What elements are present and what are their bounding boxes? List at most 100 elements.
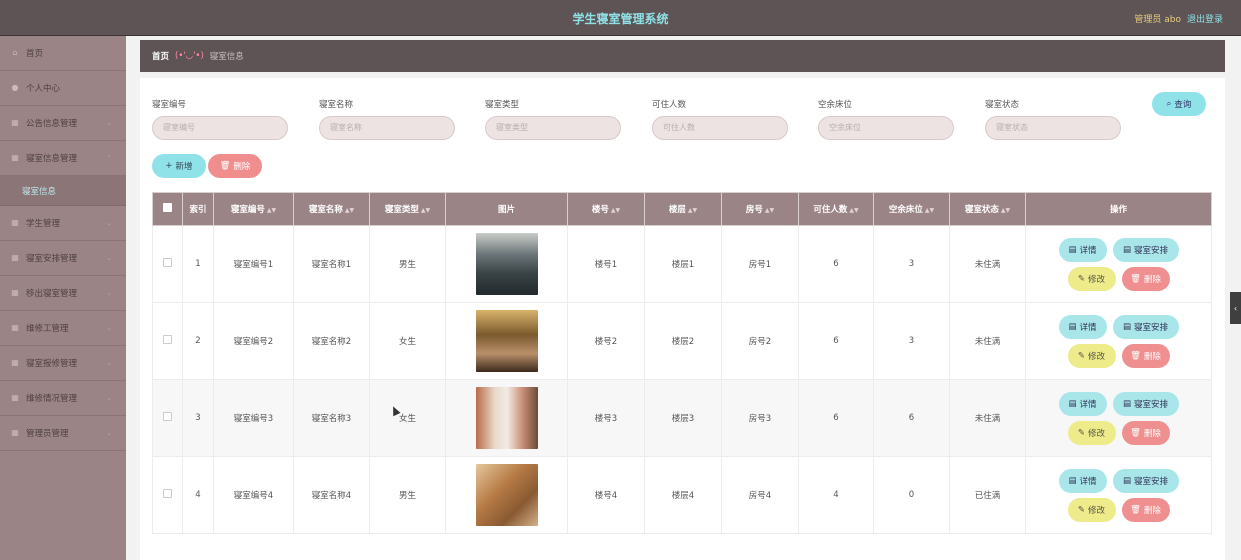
doc-icon: ▤ [1068, 475, 1077, 486]
col-header-free[interactable]: 空余床位 ▲▼ [873, 192, 950, 226]
search-input-name[interactable]: 寝室名称 [319, 116, 455, 140]
col-label: 空余床位 [888, 205, 923, 215]
select-all-checkbox[interactable] [163, 203, 172, 212]
sidebar-item-dorm-info[interactable]: ▦ 寝室信息管理 ⌃ [0, 141, 126, 176]
delete-button[interactable]: 🗑 删除 [1121, 420, 1170, 445]
cell-type: 女生 [369, 302, 446, 380]
trash-icon: 🗑 [1130, 504, 1141, 515]
sidebar-item-profile[interactable]: ● 个人中心 [0, 71, 126, 106]
edit-button[interactable]: ✎ 修改 [1067, 266, 1116, 291]
row-checkbox[interactable] [163, 489, 172, 498]
col-header-type[interactable]: 寝室类型 ▲▼ [369, 192, 446, 226]
col-header-building[interactable]: 楼号 ▲▼ [567, 192, 645, 226]
search-field-name: 寝室名称 寝室名称 [319, 98, 455, 140]
row-checkbox[interactable] [163, 412, 172, 421]
cell-building: 楼号3 [567, 379, 645, 457]
chevron-down-icon: ⌄ [106, 394, 112, 402]
breadcrumb-current: 寝室信息 [209, 52, 244, 62]
dorm-thumbnail[interactable] [475, 387, 538, 449]
col-header-floor[interactable]: 楼层 ▲▼ [644, 192, 722, 226]
bulk-delete-button[interactable]: 🗑 删除 [208, 154, 262, 178]
delete-button[interactable]: 🗑 删除 [1121, 266, 1170, 291]
detail-button[interactable]: ▤ 详情 [1058, 237, 1107, 262]
sidebar-item-arrangement[interactable]: ▦ 寝室安排管理 ⌄ [0, 241, 126, 276]
breadcrumb: 首页 (•'◡'•) 寝室信息 [140, 40, 1225, 72]
edit-button[interactable]: ✎ 修改 [1067, 343, 1116, 368]
detail-button[interactable]: ▤ 详情 [1058, 314, 1107, 339]
dorm-thumbnail[interactable] [475, 464, 538, 526]
trash-icon: 🗑 [219, 161, 231, 171]
cell-room: 房号4 [721, 456, 799, 534]
row-select-cell[interactable] [152, 302, 183, 380]
col-header-status[interactable]: 寝室状态 ▲▼ [949, 192, 1026, 226]
edit-button[interactable]: ✎ 修改 [1067, 420, 1116, 445]
cell-type: 男生 [369, 456, 446, 534]
row-select-cell[interactable] [152, 225, 183, 303]
detail-button[interactable]: ▤ 详情 [1058, 468, 1107, 493]
breadcrumb-home[interactable]: 首页 [152, 50, 169, 62]
sidebar-item-repairmen[interactable]: ▦ 维修工管理 ⌄ [0, 311, 126, 346]
collapse-tab[interactable]: ‹ [1230, 292, 1241, 324]
grid-icon: ▦ [11, 118, 19, 127]
sidebar-item-students[interactable]: ▦ 学生管理 ⌄ [0, 206, 126, 241]
search-input-code[interactable]: 寝室编号 [152, 116, 288, 140]
sidebar-item-notices[interactable]: ▦ 公告信息管理 ⌄ [0, 106, 126, 141]
delete-button[interactable]: 🗑 删除 [1121, 497, 1170, 522]
sidebar-subitem-dorm-info[interactable]: 寝室信息 [0, 176, 126, 206]
search-input-status[interactable]: 寝室状态 [985, 116, 1121, 140]
cell-ops: ▤ 详情 ▤ 寝室安排 ✎ 修改 🗑 删除 [1025, 456, 1212, 534]
col-header-room[interactable]: 房号 ▲▼ [721, 192, 799, 226]
table-header-row: 索引 寝室编号 ▲▼ 寝室名称 ▲▼ 寝室类型 ▲▼ 图片 楼号 ▲▼ 楼层 ▲▼ 房号 ▲… [152, 192, 1212, 226]
delete-button[interactable]: 🗑 删除 [1121, 343, 1170, 368]
chevron-up-icon: ⌃ [106, 154, 112, 162]
arrange-button[interactable]: ▤ 寝室安排 [1112, 314, 1179, 339]
col-header-code[interactable]: 寝室编号 ▲▼ [213, 192, 294, 226]
logout-link[interactable]: 退出登录 [1187, 12, 1223, 25]
btn-label: 删除 [1143, 274, 1161, 285]
sidebar-item-admins[interactable]: ▦ 管理员管理 ⌄ [0, 416, 126, 451]
table-row: 1 寝室编号1 寝室名称1 男生 楼号1 楼层1 房号1 6 3 未住满 ▤ 详情 [152, 225, 1212, 303]
cell-capacity: 6 [798, 225, 874, 303]
col-header-name[interactable]: 寝室名称 ▲▼ [293, 192, 370, 226]
cell-capacity: 6 [798, 302, 874, 380]
row-checkbox[interactable] [163, 258, 172, 267]
cell-index: 3 [182, 379, 214, 457]
arrange-button[interactable]: ▤ 寝室安排 [1112, 391, 1179, 416]
arrange-button[interactable]: ▤ 寝室安排 [1112, 468, 1179, 493]
sidebar-item-repair-requests[interactable]: ▦ 寝室报修管理 ⌄ [0, 346, 126, 381]
pencil-icon: ✎ [1077, 350, 1086, 361]
table-row: 3 寝室编号3 寝室名称3 女生 楼号3 楼层3 房号3 6 6 未住满 ▤ 详情 [152, 379, 1212, 457]
detail-button[interactable]: ▤ 详情 [1058, 391, 1107, 416]
dorm-thumbnail[interactable] [475, 233, 538, 295]
cell-name: 寝室名称3 [293, 379, 370, 457]
admin-label: 管理员 abo [1134, 15, 1181, 25]
col-header-index: 索引 [182, 192, 214, 226]
search-input-type[interactable]: 寝室类型 [485, 116, 621, 140]
cell-free: 3 [873, 302, 950, 380]
trash-icon: 🗑 [1130, 273, 1141, 284]
add-button[interactable]: + 新增 [152, 154, 206, 178]
select-all-cell[interactable] [152, 192, 183, 226]
cell-code: 寝室编号2 [213, 302, 294, 380]
sidebar-item-moveout[interactable]: ▦ 移出寝室管理 ⌄ [0, 276, 126, 311]
sidebar-item-home[interactable]: ⌂ 首页 [0, 36, 126, 71]
search-input-capacity[interactable]: 可住人数 [652, 116, 788, 140]
query-button[interactable]: ⌕ 查询 [1152, 92, 1206, 116]
arrange-button[interactable]: ▤ 寝室安排 [1112, 237, 1179, 262]
dorm-thumbnail[interactable] [475, 310, 538, 372]
cell-capacity: 4 [798, 456, 874, 534]
col-header-capacity[interactable]: 可住人数 ▲▼ [798, 192, 874, 226]
btn-label: 详情 [1079, 245, 1097, 256]
dorm-table: 索引 寝室编号 ▲▼ 寝室名称 ▲▼ 寝室类型 ▲▼ 图片 楼号 ▲▼ 楼层 ▲▼ 房号 ▲… [152, 192, 1212, 534]
sidebar-item-label: 寝室安排管理 [26, 254, 78, 264]
sidebar-item-repair-status[interactable]: ▦ 维修情况管理 ⌄ [0, 381, 126, 416]
cell-building: 楼号2 [567, 302, 645, 380]
row-checkbox[interactable] [163, 335, 172, 344]
chevron-down-icon: ⌄ [106, 429, 112, 437]
doc-icon: ▤ [1122, 398, 1131, 409]
row-select-cell[interactable] [152, 379, 183, 457]
row-select-cell[interactable] [152, 456, 183, 534]
search-input-free-beds[interactable]: 空余床位 [818, 116, 954, 140]
sidebar-item-label: 维修工管理 [26, 324, 69, 334]
edit-button[interactable]: ✎ 修改 [1067, 497, 1116, 522]
